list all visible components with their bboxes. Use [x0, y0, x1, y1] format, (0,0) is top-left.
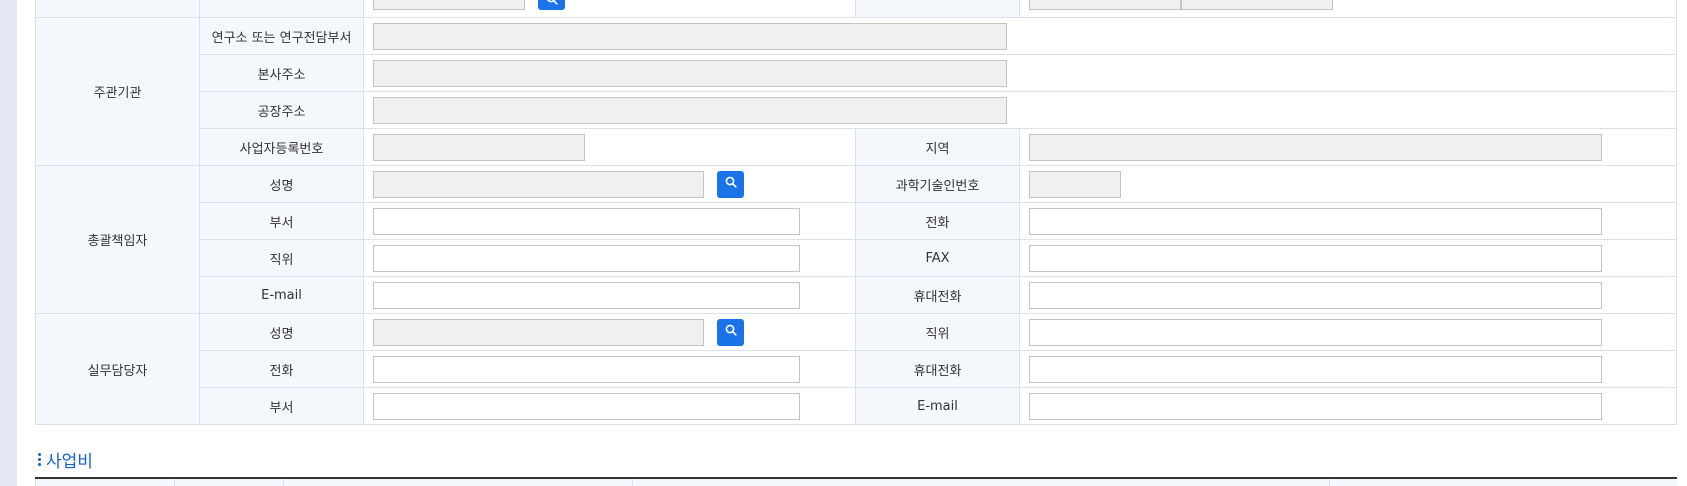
staff-dept-label: 부서 — [199, 387, 364, 425]
table-row: 공장주소 — [36, 91, 1677, 129]
top-hidden-field-right-1[interactable] — [1029, 0, 1181, 10]
director-sci-tech-no-label: 과학기술인번호 — [855, 165, 1020, 203]
section-header-budget: 사업비 — [38, 447, 93, 472]
director-phone-value-cell — [1019, 202, 1677, 240]
director-position-value-cell — [363, 239, 856, 277]
search-icon — [546, 0, 558, 9]
section-title: 사업비 — [46, 452, 93, 472]
region-label: 지역 — [855, 128, 1020, 166]
director-name-value-cell — [363, 165, 856, 203]
top-search-button[interactable] — [538, 0, 566, 10]
group-label-host: 주관기관 — [35, 17, 200, 166]
biz-reg-no-field[interactable] — [373, 133, 585, 161]
staff-dept-field[interactable] — [373, 392, 800, 420]
director-search-button[interactable] — [717, 170, 745, 198]
staff-position-value-cell — [1019, 313, 1677, 351]
lab-field[interactable] — [373, 22, 1007, 50]
table-row: 직위 FAX — [36, 239, 1677, 277]
section-marker-icon — [38, 453, 41, 466]
table-row: 부서 E-mail — [36, 387, 1677, 425]
factory-address-value-cell — [363, 91, 1677, 129]
hq-address-value-cell — [363, 54, 1677, 92]
staff-position-field[interactable] — [1029, 318, 1602, 346]
label-cell-top-right — [855, 0, 1020, 18]
staff-search-button[interactable] — [717, 318, 745, 346]
director-fax-value-cell — [1019, 239, 1677, 277]
factory-address-field[interactable] — [373, 96, 1007, 124]
staff-name-label: 성명 — [199, 313, 364, 351]
left-side-strip — [0, 0, 17, 486]
hq-address-label: 본사주소 — [199, 54, 364, 92]
group-label-director: 총괄책임자 — [35, 165, 200, 314]
staff-email-field[interactable] — [1029, 392, 1602, 420]
director-mobile-field[interactable] — [1029, 281, 1602, 309]
director-phone-label: 전화 — [855, 202, 1020, 240]
factory-address-label: 공장주소 — [199, 91, 364, 129]
table-row: 본사주소 — [36, 54, 1677, 92]
director-name-field[interactable] — [373, 170, 704, 198]
staff-mobile-field[interactable] — [1029, 355, 1602, 383]
staff-mobile-value-cell — [1019, 350, 1677, 388]
table-row: E-mail 휴대전화 — [36, 276, 1677, 314]
staff-name-value-cell — [363, 313, 856, 351]
director-email-value-cell — [363, 276, 856, 314]
staff-position-label: 직위 — [855, 313, 1020, 351]
biz-reg-no-value-cell — [363, 128, 856, 166]
director-sci-tech-no-value-cell — [1019, 165, 1677, 203]
table-row: 주관기관 연구소 또는 연구전담부서 — [35, 17, 1677, 166]
director-dept-label: 부서 — [199, 202, 364, 240]
staff-email-label: E-mail — [855, 387, 1020, 425]
table-row — [35, 0, 1677, 18]
hq-address-field[interactable] — [373, 59, 1007, 87]
applicant-info-table: 주관기관 연구소 또는 연구전담부서 본사주소 공장주소 사업자등록번호 지역 — [35, 0, 1677, 425]
director-mobile-value-cell — [1019, 276, 1677, 314]
budget-table-header-partial — [35, 479, 1678, 486]
staff-phone-label: 전화 — [199, 350, 364, 388]
director-dept-value-cell — [363, 202, 856, 240]
top-hidden-field-right-2[interactable] — [1181, 0, 1333, 10]
director-position-label: 직위 — [199, 239, 364, 277]
group-cell-host-continued — [35, 0, 200, 18]
table-row: 부서 전화 — [36, 202, 1677, 240]
staff-name-field[interactable] — [373, 318, 704, 346]
director-fax-field[interactable] — [1029, 244, 1602, 272]
director-position-field[interactable] — [373, 244, 800, 272]
group-label-staff: 실무담당자 — [35, 313, 200, 425]
region-field[interactable] — [1029, 133, 1602, 161]
search-icon — [725, 176, 737, 192]
staff-phone-field[interactable] — [373, 355, 800, 383]
director-dept-field[interactable] — [373, 207, 800, 235]
value-cell-top-right — [1019, 0, 1677, 18]
director-mobile-label: 휴대전화 — [855, 276, 1020, 314]
lab-label: 연구소 또는 연구전담부서 — [199, 17, 364, 55]
table-row: 총괄책임자 성명 과학기술인번호 — [35, 165, 1677, 314]
value-cell-top-left — [363, 0, 856, 18]
director-sci-tech-no-field[interactable] — [1029, 170, 1121, 198]
table-row: 사업자등록번호 지역 — [36, 128, 1677, 166]
biz-reg-no-label: 사업자등록번호 — [199, 128, 364, 166]
director-email-field[interactable] — [373, 281, 800, 309]
director-fax-label: FAX — [855, 239, 1020, 277]
staff-dept-value-cell — [363, 387, 856, 425]
staff-phone-value-cell — [363, 350, 856, 388]
top-hidden-field[interactable] — [373, 0, 525, 10]
staff-mobile-label: 휴대전화 — [855, 350, 1020, 388]
lab-value-cell — [363, 17, 1677, 55]
table-row: 실무담당자 성명 직위 — [35, 313, 1677, 425]
search-icon — [725, 324, 737, 340]
director-email-label: E-mail — [199, 276, 364, 314]
director-phone-field[interactable] — [1029, 207, 1602, 235]
director-name-label: 성명 — [199, 165, 364, 203]
table-row: 전화 휴대전화 — [36, 350, 1677, 388]
staff-email-value-cell — [1019, 387, 1677, 425]
label-cell-top — [199, 0, 364, 18]
region-value-cell — [1019, 128, 1677, 166]
